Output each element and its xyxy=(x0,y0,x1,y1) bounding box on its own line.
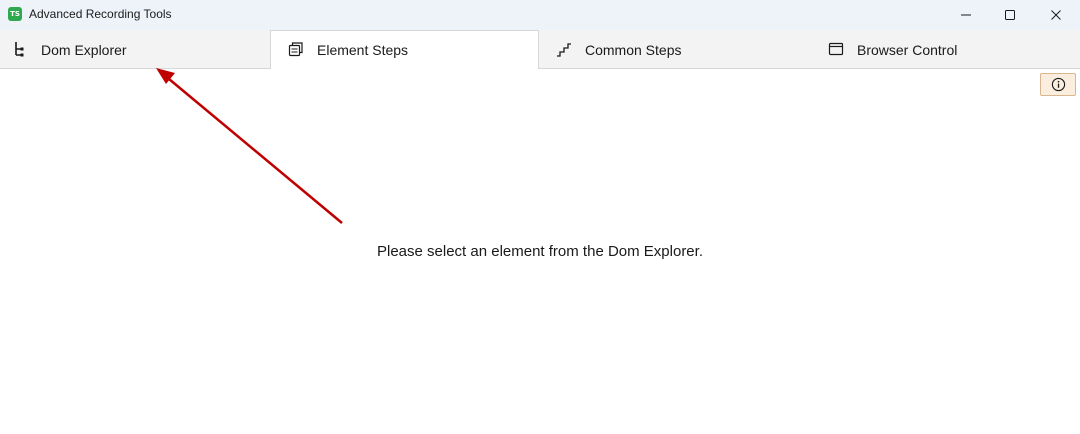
tab-label: Dom Explorer xyxy=(41,42,127,58)
info-button[interactable] xyxy=(1040,73,1076,96)
tab-bar: Dom Explorer Element Steps Common Steps … xyxy=(0,30,1080,70)
maximize-button[interactable] xyxy=(987,0,1033,30)
minimize-icon xyxy=(961,14,971,16)
browser-window-icon xyxy=(828,42,844,56)
dom-tree-icon xyxy=(15,42,24,57)
app-logo-icon: TS xyxy=(8,7,22,21)
close-icon xyxy=(1051,10,1061,20)
title-bar: TS Advanced Recording Tools xyxy=(0,0,1080,30)
tab-dom-explorer[interactable]: Dom Explorer xyxy=(0,30,270,69)
stacked-pages-icon xyxy=(288,42,303,57)
tab-label: Element Steps xyxy=(317,42,409,58)
tab-common-steps[interactable]: Common Steps xyxy=(539,30,809,69)
stairs-icon xyxy=(557,43,571,57)
info-icon xyxy=(1051,77,1065,92)
tab-element-steps[interactable]: Element Steps xyxy=(270,30,539,70)
empty-state-message: Please select an element from the Dom Ex… xyxy=(377,243,703,260)
window-title: Advanced Recording Tools xyxy=(29,7,172,21)
minimize-button[interactable] xyxy=(943,0,989,30)
tab-label: Browser Control xyxy=(857,42,958,58)
tab-label: Common Steps xyxy=(585,42,682,58)
maximize-icon xyxy=(1005,10,1015,20)
tab-browser-control[interactable]: Browser Control xyxy=(809,30,1080,69)
close-button[interactable] xyxy=(1033,0,1079,30)
